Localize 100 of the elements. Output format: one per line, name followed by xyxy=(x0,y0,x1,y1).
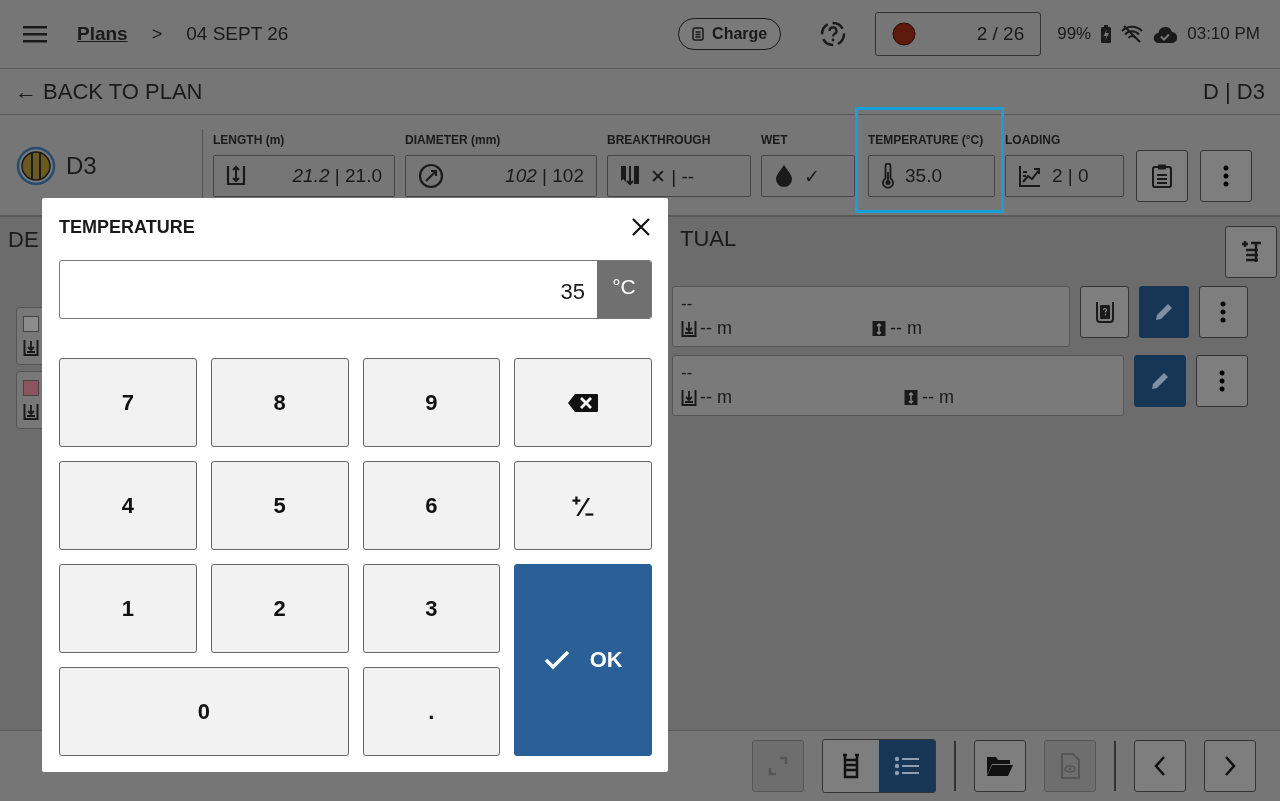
depth-icon xyxy=(681,319,697,338)
folder-button[interactable] xyxy=(974,740,1026,792)
folder-icon xyxy=(986,755,1014,777)
wifi-off-icon xyxy=(1121,25,1144,43)
field-box[interactable]: ✕ | -- xyxy=(607,155,751,197)
charge-button[interactable]: Charge xyxy=(678,18,782,50)
keypad-key[interactable]: 7 xyxy=(59,358,197,447)
length-icon xyxy=(871,319,887,338)
chevron-left-icon xyxy=(1153,755,1167,777)
field-box[interactable]: 102 | 102 xyxy=(405,155,597,197)
field-box[interactable]: 2 | 0 xyxy=(1005,155,1124,197)
pencil-icon xyxy=(1153,301,1175,323)
location-label: D | D3 xyxy=(1203,78,1265,105)
row-card[interactable]: -- -- m -- m xyxy=(672,286,1070,347)
depth-value: -- m xyxy=(700,318,732,339)
document-preview-icon xyxy=(1060,753,1080,779)
menu-icon[interactable] xyxy=(23,25,47,43)
length-icon xyxy=(903,388,919,407)
counter-text: 2 / 26 xyxy=(976,23,1025,45)
keypad-key[interactable]: 6 xyxy=(362,461,501,550)
keypad-key[interactable]: 0 xyxy=(59,667,349,756)
column-heading: DE xyxy=(8,227,40,253)
field-value: 35.0 xyxy=(905,165,942,187)
more-icon xyxy=(1223,165,1229,187)
keypad-key[interactable]: 4 xyxy=(59,461,197,550)
keypad-key[interactable]: 5 xyxy=(210,461,349,550)
edit-button[interactable] xyxy=(1134,355,1186,407)
thermometer-icon xyxy=(881,163,895,189)
input-value: 35 xyxy=(559,278,586,306)
field-box[interactable]: 35.0 xyxy=(868,155,995,197)
field-label: LENGTH (m) xyxy=(213,133,286,149)
field-value: 2 | 0 xyxy=(1052,165,1089,187)
field-label: DIAMETER (mm) xyxy=(405,133,502,149)
field-label: LOADING xyxy=(1005,133,1062,149)
field-box[interactable]: ✓ xyxy=(761,155,855,197)
more-button[interactable] xyxy=(1196,355,1248,407)
keypad-key[interactable]: 9 xyxy=(362,358,501,447)
more-icon xyxy=(1220,301,1227,323)
clipboard-icon xyxy=(1151,163,1173,189)
keypad-key[interactable]: 3 xyxy=(362,564,501,653)
pencil-icon xyxy=(1149,370,1171,392)
ladder-icon xyxy=(842,753,860,779)
battery-percent: 99% xyxy=(1057,24,1092,44)
ok-button[interactable]: OK xyxy=(514,564,652,756)
length-icon xyxy=(226,164,246,188)
backspace-icon xyxy=(567,392,600,413)
keypad-key[interactable]: 1 xyxy=(59,564,197,653)
depth-icon xyxy=(23,402,39,421)
field-box[interactable]: 21.2 | 21.0 xyxy=(213,155,395,197)
edit-button[interactable] xyxy=(1139,286,1189,338)
breadcrumb-link[interactable]: Plans xyxy=(77,23,128,45)
battery-charging-icon xyxy=(1101,25,1112,43)
clock-time: 03:10 PM xyxy=(1187,24,1260,44)
more-button[interactable] xyxy=(1198,286,1248,338)
temperature-input[interactable]: 35 °C xyxy=(59,260,652,319)
field-label: BREAKTHROUGH xyxy=(607,133,712,149)
row-value: -- xyxy=(681,363,694,383)
depth-icon xyxy=(23,338,39,357)
length-value: -- m xyxy=(922,387,954,408)
expand-icon xyxy=(768,756,788,776)
add-rows-icon xyxy=(1240,239,1262,265)
loading-chart-icon xyxy=(1018,164,1042,188)
water-drop-icon xyxy=(774,164,794,188)
dialog-title: TEMPERATURE xyxy=(59,216,195,238)
next-button[interactable] xyxy=(1204,740,1256,792)
list-view-button[interactable] xyxy=(879,740,935,792)
row-value: -- xyxy=(681,294,694,314)
breadcrumb-text: 04 SEPT 26 xyxy=(186,23,289,45)
field-label: WET xyxy=(761,133,789,149)
back-link[interactable]: ← BACK TO PLAN xyxy=(15,78,203,105)
field-value: 102 | 102 xyxy=(505,165,584,187)
list-icon xyxy=(894,756,920,776)
length-value: -- m xyxy=(890,318,922,339)
sign-key[interactable]: ⁺∕₋ xyxy=(514,461,652,550)
ladder-view-button[interactable] xyxy=(823,740,879,792)
field-label: TEMPERATURE (°C) xyxy=(868,133,985,149)
unit-label: °C xyxy=(597,261,651,318)
depth-icon xyxy=(681,388,697,407)
breadcrumb-separator: > xyxy=(151,23,163,45)
close-icon[interactable] xyxy=(632,218,650,236)
depth-value: -- m xyxy=(700,387,732,408)
container-query-icon xyxy=(1094,300,1115,324)
battery-icon xyxy=(692,27,705,41)
field-value: ✕ | -- xyxy=(650,164,695,188)
more-button[interactable] xyxy=(1200,150,1252,202)
clipboard-button[interactable] xyxy=(1136,150,1188,202)
keypad-key[interactable]: 2 xyxy=(210,564,349,653)
more-icon xyxy=(1219,370,1225,392)
keypad-key[interactable]: . xyxy=(362,667,501,756)
unknown-charge-button[interactable] xyxy=(1080,286,1130,338)
chevron-right-icon xyxy=(1223,755,1237,777)
help-icon[interactable] xyxy=(819,20,848,48)
backspace-key[interactable] xyxy=(514,358,652,447)
keypad-key[interactable]: 8 xyxy=(210,358,349,447)
row-card[interactable]: -- -- m -- m xyxy=(672,355,1124,416)
hole-name: D3 xyxy=(66,152,97,180)
checkmark-icon xyxy=(543,650,570,670)
previous-button[interactable] xyxy=(1134,740,1186,792)
hole-icon xyxy=(16,146,56,186)
add-rows-button[interactable] xyxy=(1225,226,1277,278)
